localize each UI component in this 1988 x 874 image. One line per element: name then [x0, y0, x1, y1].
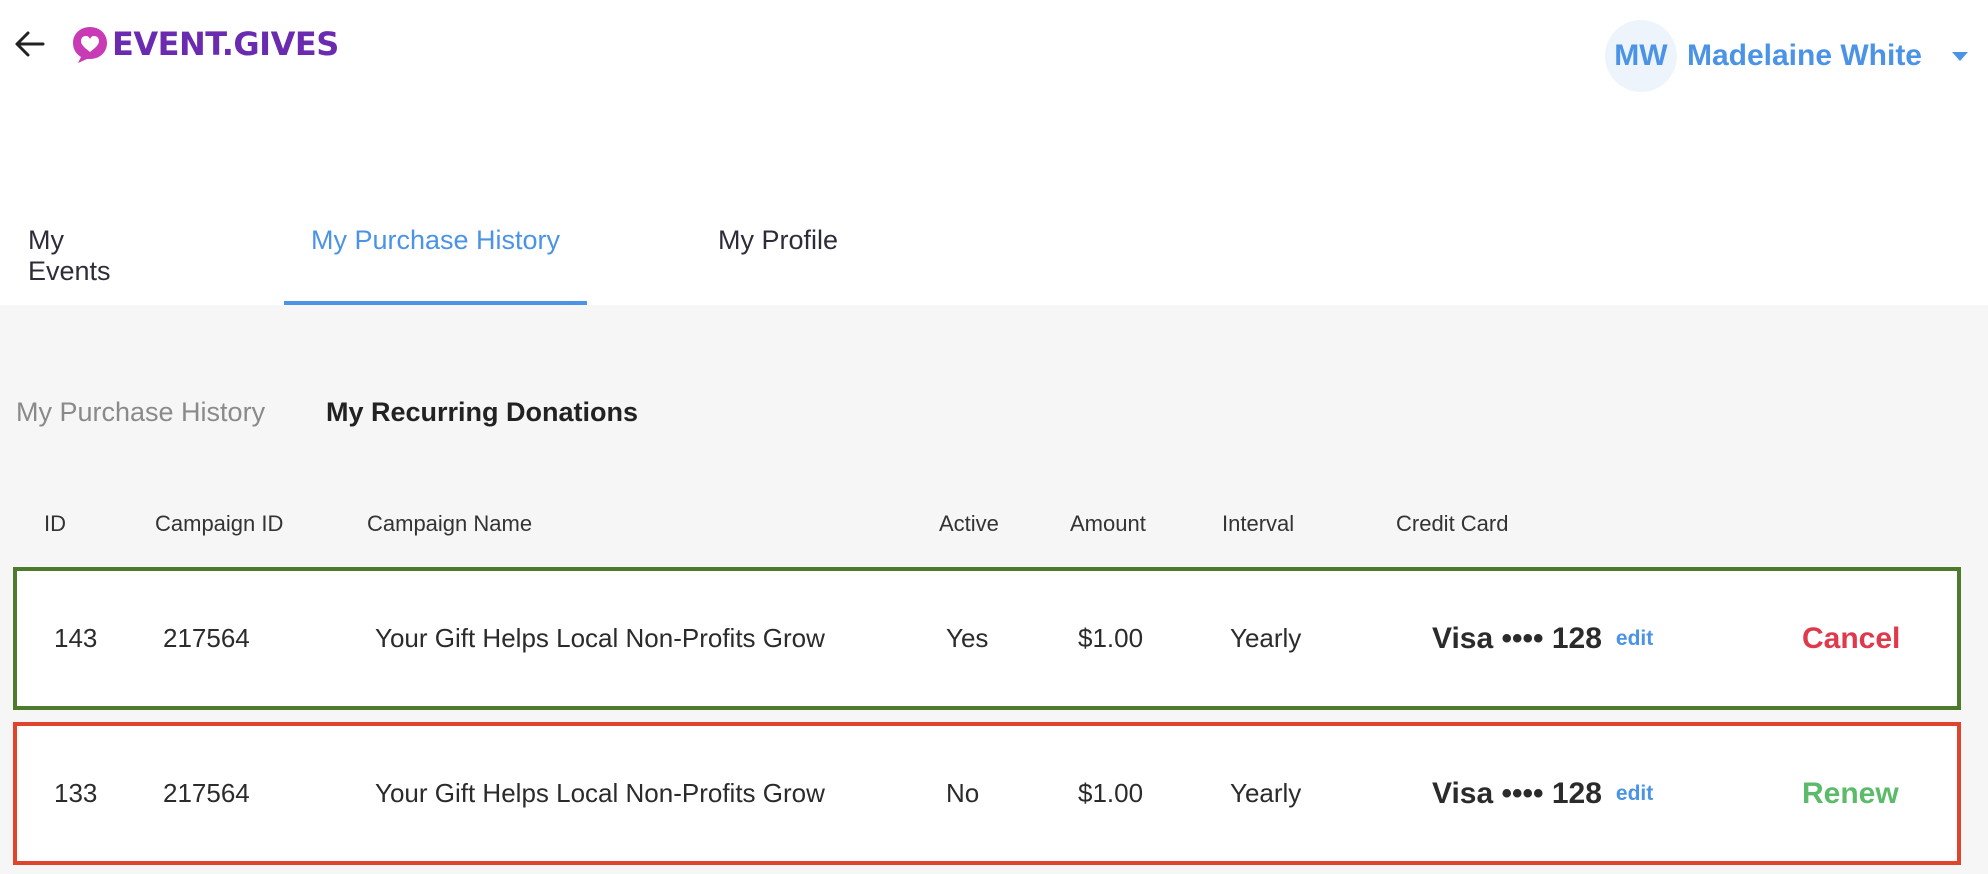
cell-credit-card: Visa •••• 128 edit: [1432, 726, 1653, 861]
content-area: My Purchase History My Recurring Donatio…: [0, 305, 1988, 874]
heart-bubble-icon: [73, 27, 107, 63]
credit-card-label: Visa •••• 128: [1432, 621, 1602, 655]
edit-card-link[interactable]: edit: [1616, 782, 1653, 806]
back-button[interactable]: [10, 24, 50, 64]
user-name: Madelaine White: [1686, 39, 1922, 72]
cell-campaign-name: Your Gift Helps Local Non-Profits Grow: [375, 623, 825, 653]
credit-card-label: Visa •••• 128: [1432, 776, 1602, 810]
cell-amount: $1.00: [1078, 778, 1144, 808]
caret-down-icon: [1952, 51, 1968, 61]
table-row: 133 217564 Your Gift Helps Local Non-Pro…: [13, 722, 1961, 865]
tab-my-purchase-history[interactable]: My Purchase History: [284, 225, 587, 305]
renew-button[interactable]: Renew: [1802, 777, 1899, 811]
tab-my-profile[interactable]: My Profile: [717, 225, 839, 305]
cell-active: No: [946, 778, 980, 808]
arrow-left-icon: [15, 31, 45, 57]
table-row: 143 217564 Your Gift Helps Local Non-Pro…: [13, 567, 1961, 710]
cell-interval: Yearly: [1230, 623, 1302, 653]
main-tabs: My Events My Purchase History My Profile: [0, 225, 1988, 305]
cell-action: Cancel: [1802, 571, 1900, 706]
column-header-campaign-name: Campaign Name: [367, 511, 533, 536]
column-header-id: ID: [44, 511, 66, 536]
cell-campaign-id: 217564: [163, 778, 250, 808]
tab-my-events[interactable]: My Events: [28, 225, 154, 305]
column-header-interval: Interval: [1222, 511, 1295, 536]
user-menu[interactable]: MW Madelaine White: [1604, 20, 1968, 92]
subtab-my-recurring-donations[interactable]: My Recurring Donations: [326, 397, 638, 428]
cancel-button[interactable]: Cancel: [1802, 622, 1900, 656]
cell-action: Renew: [1802, 726, 1899, 861]
logo-text: EVENT.GIVES: [112, 25, 339, 63]
cell-interval: Yearly: [1230, 778, 1302, 808]
edit-card-link[interactable]: edit: [1616, 627, 1653, 651]
subtab-my-purchase-history[interactable]: My Purchase History: [16, 397, 265, 428]
column-header-campaign-id: Campaign ID: [155, 511, 284, 536]
brand-logo[interactable]: EVENT.GIVES: [70, 22, 339, 66]
app-header: EVENT.GIVES MW Madelaine White: [0, 0, 1988, 120]
avatar: MW: [1604, 20, 1677, 92]
cell-amount: $1.00: [1078, 623, 1144, 653]
column-header-credit-card: Credit Card: [1396, 511, 1509, 536]
cell-credit-card: Visa •••• 128 edit: [1432, 571, 1653, 706]
cell-campaign-name: Your Gift Helps Local Non-Profits Grow: [375, 778, 825, 808]
cell-id: 143: [54, 623, 98, 653]
cell-campaign-id: 217564: [163, 623, 250, 653]
column-header-active: Active: [939, 511, 999, 536]
column-header-amount: Amount: [1070, 511, 1146, 536]
cell-id: 133: [54, 778, 98, 808]
cell-active: Yes: [946, 623, 989, 653]
